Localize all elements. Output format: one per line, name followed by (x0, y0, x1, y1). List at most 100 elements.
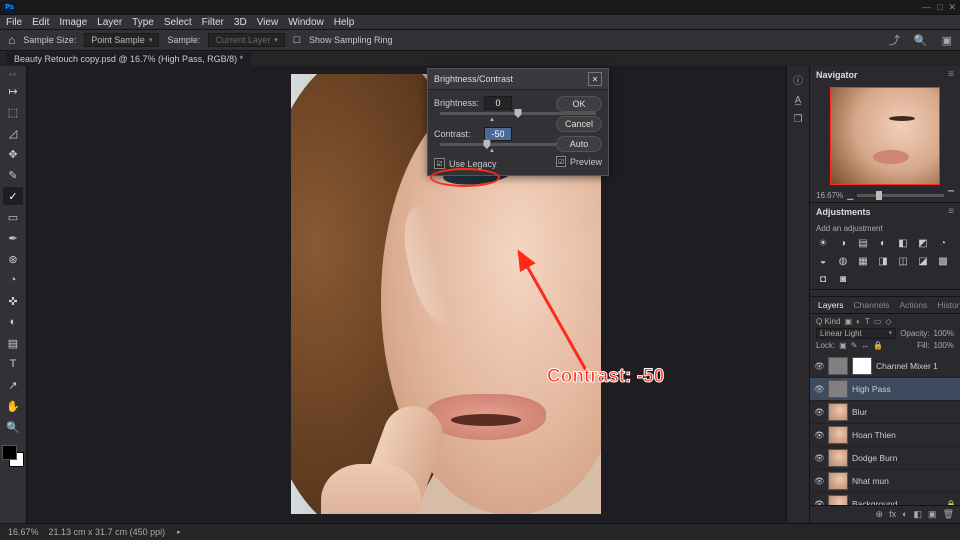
menu-help[interactable]: Help (334, 17, 355, 28)
home-icon[interactable]: ⌂ (8, 33, 15, 47)
tab-actions[interactable]: Actions (895, 299, 931, 311)
adj-vibrance-icon[interactable]: ◧ (896, 237, 910, 249)
tool-type[interactable]: T (3, 355, 23, 373)
layer-thumbnail[interactable] (828, 357, 848, 375)
auto-button[interactable]: Auto (556, 136, 602, 152)
menu-edit[interactable]: Edit (32, 17, 49, 28)
window-minimize[interactable]: — (922, 2, 931, 13)
fx-icon[interactable]: fx (889, 509, 896, 520)
menu-window[interactable]: Window (288, 17, 324, 28)
filter-type-icon[interactable]: T (865, 317, 870, 326)
dialog-titlebar[interactable]: Brightness/Contrast ✕ (428, 69, 608, 90)
delete-layer-icon[interactable]: 🗑 (943, 509, 954, 520)
tool-zoom[interactable]: 🔍 (3, 418, 23, 436)
menu-file[interactable]: File (6, 17, 22, 28)
character-panel-icon[interactable]: A̲ (795, 95, 802, 106)
layer-name[interactable]: Hoan Thien (852, 430, 956, 440)
menu-filter[interactable]: Filter (202, 17, 224, 28)
tool-eraser[interactable]: ◔ (3, 271, 23, 289)
lock-pixels-icon[interactable]: ✎ (851, 341, 858, 350)
adj-selcol-icon[interactable]: ◙ (836, 273, 850, 285)
adj-levels-icon[interactable]: ◑ (836, 237, 850, 249)
link-layers-icon[interactable]: ⊕ (876, 509, 884, 520)
layer-name[interactable]: Background (852, 499, 942, 505)
layer-visibility-icon[interactable]: 👁 (814, 476, 824, 487)
adj-poster-icon[interactable]: ◪ (916, 255, 930, 267)
adj-colorbal-icon[interactable]: ◔ (936, 237, 950, 249)
layer-visibility-icon[interactable]: 👁 (814, 361, 824, 372)
layer-thumbnail[interactable] (828, 426, 848, 444)
menu-select[interactable]: Select (164, 17, 192, 28)
tools-grip[interactable]: •• (9, 70, 17, 79)
lock-all-icon[interactable]: 🔒 (873, 341, 883, 350)
adj-exposure-icon[interactable]: ◐ (876, 237, 890, 249)
layer-visibility-icon[interactable]: 👁 (814, 384, 824, 395)
tool-hand[interactable]: ✋ (3, 397, 23, 415)
tool-brush[interactable]: ✒ (3, 229, 23, 247)
adj-thresh-icon[interactable]: ▩ (936, 255, 950, 267)
layer-thumbnail[interactable] (828, 380, 848, 398)
tool-stamp[interactable]: ⊛ (3, 250, 23, 268)
layer-mask-thumbnail[interactable] (852, 357, 872, 375)
status-info[interactable]: 21.13 cm x 31.7 cm (450 ppi) (49, 527, 166, 537)
navigator-thumbnail[interactable] (830, 87, 940, 185)
layer-name[interactable]: High Pass (852, 384, 956, 394)
filter-shape-icon[interactable]: ▭ (874, 317, 882, 326)
sample-dropdown[interactable]: Current Layer▾ (208, 33, 285, 47)
adjustment-layer-icon[interactable]: ◧ (914, 509, 923, 520)
blend-mode-dropdown[interactable]: Linear Light▾ (816, 328, 896, 339)
layer-name[interactable]: Channel Mixer 1 (876, 361, 956, 371)
foreground-swatch[interactable] (2, 445, 17, 460)
status-caret-icon[interactable]: ▸ (177, 528, 181, 536)
lock-pos-icon[interactable]: ↔ (861, 341, 869, 350)
layer-name[interactable]: Nhat mun (852, 476, 956, 486)
layer-visibility-icon[interactable]: 👁 (814, 430, 824, 441)
ok-button[interactable]: OK (556, 96, 602, 112)
menu-layer[interactable]: Layer (97, 17, 122, 28)
tool-lasso[interactable]: ◿ (3, 124, 23, 142)
layer-visibility-icon[interactable]: 👁 (814, 499, 824, 506)
tool-wand[interactable]: ✥ (3, 145, 23, 163)
libraries-panel-icon[interactable]: ❐ (794, 114, 803, 125)
fill-value[interactable]: 100% (934, 341, 954, 350)
status-zoom[interactable]: 16.67% (8, 527, 39, 537)
adj-photo-icon[interactable]: ◍ (836, 255, 850, 267)
info-panel-icon[interactable]: ⓘ (793, 72, 803, 87)
window-close[interactable]: ✕ (948, 2, 956, 13)
layer-visibility-icon[interactable]: 👁 (814, 407, 824, 418)
tool-crop[interactable]: ✎ (3, 166, 23, 184)
tool-path[interactable]: ↗ (3, 376, 23, 394)
menu-view[interactable]: View (257, 17, 279, 28)
document-tab[interactable]: Beauty Retouch copy.psd @ 16.7% (High Pa… (6, 52, 251, 66)
layer-row[interactable]: 👁 Channel Mixer 1 (810, 355, 960, 378)
color-swatches[interactable] (2, 445, 24, 467)
tool-marquee[interactable]: ⬚ (3, 103, 23, 121)
menu-type[interactable]: Type (132, 17, 154, 28)
tool-move[interactable]: ↦ (3, 82, 23, 100)
layer-row[interactable]: 👁 High Pass (810, 378, 960, 401)
layer-name[interactable]: Blur (852, 407, 956, 417)
new-layer-icon[interactable]: ▣ (928, 509, 937, 520)
zoom-out-icon[interactable]: ▁ (847, 191, 853, 200)
filter-pixel-icon[interactable]: ▣ (844, 317, 852, 326)
share-icon[interactable]: ⤴ (889, 32, 900, 48)
tool-frame[interactable]: ▭ (3, 208, 23, 226)
layer-row[interactable]: 👁 Blur (810, 401, 960, 424)
layer-row[interactable]: 👁Dodge Burn (810, 447, 960, 470)
dialog-close-icon[interactable]: ✕ (588, 72, 602, 86)
show-ring-checkbox[interactable]: ☐ (293, 35, 301, 46)
tab-history[interactable]: History (933, 299, 960, 311)
filter-adjust-icon[interactable]: ◐ (856, 317, 861, 326)
menu-image[interactable]: Image (59, 17, 87, 28)
use-legacy-checkbox[interactable]: ☑ (434, 158, 445, 169)
navigator-menu-icon[interactable]: ≡ (948, 69, 954, 80)
layer-row[interactable]: 👁Background🔒 (810, 493, 960, 505)
brightness-value[interactable]: 0 (484, 96, 512, 110)
frame-icon[interactable]: ▣ (942, 34, 952, 47)
lock-trans-icon[interactable]: ▣ (839, 341, 847, 350)
menu-3d[interactable]: 3D (234, 17, 247, 28)
tool-eyedropper[interactable]: ✓ (3, 187, 23, 205)
layer-thumbnail[interactable] (828, 472, 848, 490)
tool-gradient[interactable]: ✜ (3, 292, 23, 310)
window-maximize[interactable]: □ (937, 2, 942, 13)
